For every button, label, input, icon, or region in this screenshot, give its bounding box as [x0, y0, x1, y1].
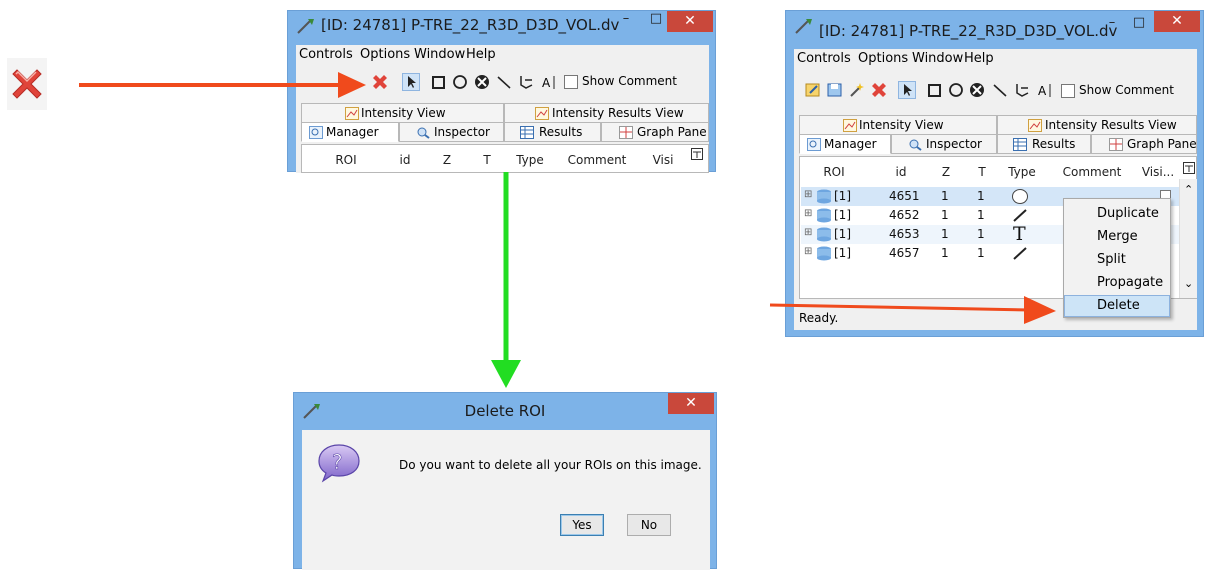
annotation-arrows	[79, 72, 1056, 388]
red-arrow-head	[1024, 296, 1056, 324]
green-arrow-head	[491, 360, 521, 388]
red-arrow-head	[338, 72, 366, 98]
red-arrow-line	[769, 303, 1031, 312]
